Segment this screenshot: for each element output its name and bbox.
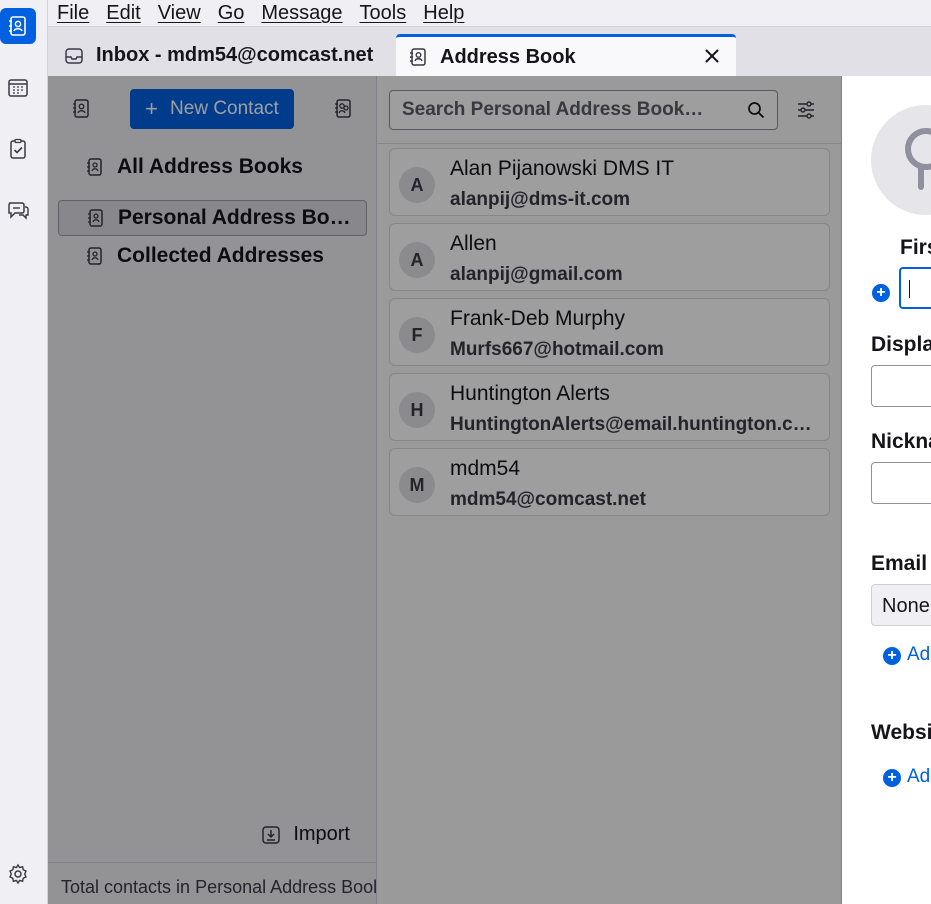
menu-tools[interactable]: Tools xyxy=(360,2,407,25)
menu-edit[interactable]: Edit xyxy=(106,2,140,25)
modal-overlay xyxy=(48,76,842,904)
menu-help[interactable]: Help xyxy=(423,2,464,25)
address-book-space-button[interactable] xyxy=(0,8,36,44)
address-book-icon xyxy=(410,48,426,66)
display-name-label: Display xyxy=(871,333,931,356)
settings-button[interactable] xyxy=(0,856,36,892)
tab-address-book[interactable]: Address Book xyxy=(396,34,736,77)
display-name-input[interactable] xyxy=(871,365,931,407)
menu-message[interactable]: Message xyxy=(261,2,342,25)
tab-inbox-label: Inbox - mdm54@comcast.net xyxy=(96,44,374,66)
settings-icon xyxy=(9,863,27,885)
menu-file[interactable]: File xyxy=(57,2,89,25)
first-name-label: First xyxy=(900,236,931,259)
contact-photo[interactable] xyxy=(871,105,931,215)
tab-bar: Inbox - mdm54@comcast.net Address Book xyxy=(48,26,931,77)
add-website-icon[interactable]: + xyxy=(883,769,901,787)
text-caret xyxy=(909,280,910,298)
menu-bar: File Edit View Go Message Tools Help xyxy=(48,0,931,26)
inbox-icon xyxy=(65,47,83,64)
add-email-icon[interactable]: + xyxy=(883,647,901,665)
menu-go[interactable]: Go xyxy=(218,2,245,25)
contact-editor: First + Display Nickname Email None + Ad… xyxy=(842,76,931,904)
tasks-icon xyxy=(10,138,26,159)
spaces-toolbar xyxy=(0,0,48,904)
website-label: Website xyxy=(871,721,931,744)
chat-space-button[interactable] xyxy=(0,192,36,228)
nickname-label: Nickname xyxy=(871,430,931,453)
add-field-icon[interactable]: + xyxy=(872,284,890,302)
calendar-icon xyxy=(8,79,28,97)
tab-address-book-label: Address Book xyxy=(440,45,576,68)
email-label: Email xyxy=(871,552,928,575)
nickname-input[interactable] xyxy=(871,462,931,504)
calendar-space-button[interactable] xyxy=(0,70,36,106)
tasks-space-button[interactable] xyxy=(0,131,36,167)
first-name-input[interactable] xyxy=(899,267,931,309)
add-website-link[interactable]: Add xyxy=(907,766,931,788)
menu-view[interactable]: View xyxy=(158,2,201,25)
chat-icon xyxy=(8,202,29,220)
close-icon[interactable] xyxy=(702,46,722,66)
email-type-select[interactable]: None xyxy=(871,584,931,626)
person-placeholder-icon xyxy=(905,128,931,190)
address-book-icon xyxy=(9,16,26,36)
add-email-link[interactable]: Add xyxy=(907,644,931,666)
tab-inbox[interactable]: Inbox - mdm54@comcast.net xyxy=(64,34,373,77)
